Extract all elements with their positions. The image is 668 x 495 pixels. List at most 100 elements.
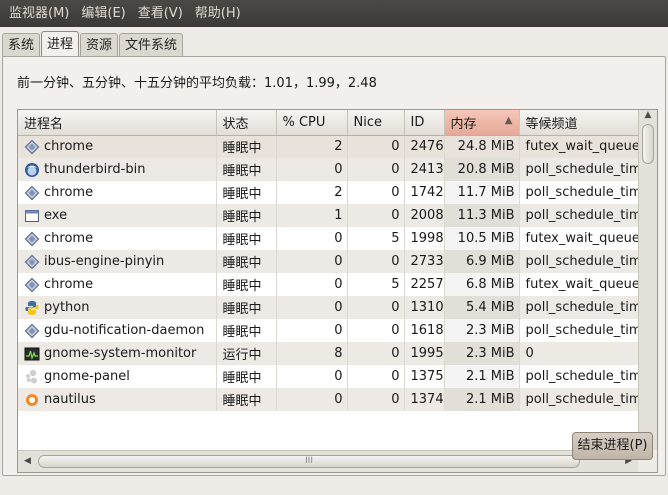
process-name: chrome xyxy=(44,185,94,200)
processes-panel: 前一分钟、五分钟、十五分钟的平均负载：1.01，1.99，2.48 进程名 状态… xyxy=(2,56,666,476)
nice-cell: 0 xyxy=(347,135,405,158)
vertical-scrollbar[interactable]: ▲ ▼ xyxy=(638,110,657,450)
chrome-diamond-icon xyxy=(24,185,40,201)
status-cell: 睡眠中 xyxy=(216,319,277,342)
table-row[interactable]: gdu-notification-daemon 睡眠中 0 0 1618 2.3 MiB p… xyxy=(18,319,638,342)
gnome-panel-icon xyxy=(24,369,40,385)
pid-cell: 1374 xyxy=(404,388,445,411)
tab-resources[interactable]: 资源 xyxy=(80,33,119,57)
waiting-channel-cell: futex_wait_queue xyxy=(519,273,638,296)
process-name: chrome xyxy=(44,139,94,155)
status-cell: 睡眠中 xyxy=(216,388,277,411)
table-row[interactable]: nautilus 睡眠中 0 0 1374 2.1 MiB poll_schedule_ti… xyxy=(18,388,638,411)
menu-edit[interactable]: 编辑(E) xyxy=(75,0,131,27)
table-row[interactable]: exe 睡眠中10200811.3 MiBpoll_schedule_timeou… xyxy=(18,204,638,227)
memory-cell: 11.3 MiB xyxy=(444,204,520,227)
window-icon xyxy=(24,208,40,224)
end-process-button[interactable]: 结束进程(P) xyxy=(572,432,653,460)
status-cell: 运行中 xyxy=(216,342,277,365)
table-row[interactable]: chrome 睡眠中 0 5 2257 6.8 MiB futex_wait_queue xyxy=(18,273,638,296)
memory-cell: 2.3 MiB xyxy=(444,319,520,342)
process-table-frame: 进程名 状态 % CPU Nice ID 内存 ▲ 等候频道 chrome 睡眠中 2… xyxy=(17,109,658,473)
table-row[interactable]: gnome-panel 睡眠中 0 0 1375 2.1 MiB poll_schedule… xyxy=(18,365,638,388)
memory-cell: 11.7 MiB xyxy=(444,181,520,204)
waiting-channel-cell: poll_schedule_timeout xyxy=(519,296,638,319)
memory-cell: 5.4 MiB xyxy=(444,296,520,319)
cpu-cell: 2 xyxy=(276,135,348,158)
table-row[interactable]: chrome 睡眠中 0 5 1998 10.5 MiB futex_wait_queue xyxy=(18,227,638,250)
menu-view[interactable]: 查看(V) xyxy=(132,0,189,27)
status-cell: 睡眠中 xyxy=(216,158,277,181)
process-name-cell: gnome-panel xyxy=(18,365,217,388)
nice-cell: 0 xyxy=(347,296,405,319)
status-cell: 睡眠中 xyxy=(216,250,277,273)
column-header-waiting-channel[interactable]: 等候频道 xyxy=(519,110,638,136)
nice-cell: 0 xyxy=(347,388,405,411)
nice-cell: 5 xyxy=(347,273,405,296)
cpu-cell: 0 xyxy=(276,158,348,181)
column-header-nice[interactable]: Nice xyxy=(347,110,405,136)
nice-cell: 5 xyxy=(347,227,405,250)
process-name-cell: chrome xyxy=(18,227,217,250)
table-row[interactable]: thunderbird-bin 睡眠中 0 0 2413 20.8 MiB poll_sch… xyxy=(18,158,638,181)
pid-cell: 2257 xyxy=(404,273,445,296)
pid-cell: 2476 xyxy=(404,135,445,158)
chrome-diamond-icon xyxy=(24,139,40,155)
process-name: gnome-panel xyxy=(44,369,130,384)
chrome-diamond-icon xyxy=(24,231,40,247)
column-header-memory[interactable]: 内存 ▲ xyxy=(444,110,520,136)
column-header-name[interactable]: 进程名 xyxy=(18,110,217,136)
cpu-cell: 0 xyxy=(276,227,348,250)
column-header-id[interactable]: ID xyxy=(404,110,445,136)
horizontal-scrollbar[interactable]: ◀ III ▶ xyxy=(18,450,638,472)
process-table: 进程名 状态 % CPU Nice ID 内存 ▲ 等候频道 chrome 睡眠中 2… xyxy=(18,110,638,411)
status-cell: 睡眠中 xyxy=(216,296,277,319)
tab-filesystems[interactable]: 文件系统 xyxy=(119,33,184,57)
table-row[interactable]: chrome 睡眠中20174211.7 MiBpoll_schedule_tim… xyxy=(18,181,638,204)
table-row[interactable]: python睡眠中0013105.4 MiBpoll_schedule_time… xyxy=(18,296,638,319)
nice-cell: 0 xyxy=(347,158,405,181)
waiting-channel-cell: poll_schedule_timeout xyxy=(519,158,638,181)
cpu-cell: 2 xyxy=(276,181,348,204)
partial-icon xyxy=(24,392,40,408)
column-header-cpu[interactable]: % CPU xyxy=(276,110,348,136)
cpu-cell: 8 xyxy=(276,342,348,365)
status-cell: 睡眠中 xyxy=(216,227,277,250)
memory-cell: 6.9 MiB xyxy=(444,250,520,273)
process-name-cell: chrome xyxy=(18,273,217,296)
pid-cell: 1742 xyxy=(404,181,445,204)
pid-cell: 2413 xyxy=(404,158,445,181)
table-row[interactable]: gnome-system-monitor 运行中 8 0 1995 2.3 MiB 0 xyxy=(18,342,638,365)
process-name: ibus-engine-pinyin xyxy=(44,254,165,269)
process-name: python xyxy=(44,300,90,315)
cpu-cell: 0 xyxy=(276,273,348,296)
memory-cell: 2.1 MiB xyxy=(444,388,520,411)
pid-cell: 1310 xyxy=(404,296,445,319)
waiting-channel-cell: 0 xyxy=(519,342,638,365)
table-row[interactable]: ibus-engine-pinyin 睡眠中 0 0 2733 6.9 MiB poll_s… xyxy=(18,250,638,273)
scroll-up-arrow-icon[interactable]: ▲ xyxy=(639,110,657,124)
vertical-scroll-thumb[interactable] xyxy=(642,124,654,164)
scroll-left-arrow-icon[interactable]: ◀ xyxy=(24,456,31,466)
pid-cell: 1995 xyxy=(404,342,445,365)
process-name-cell: chrome xyxy=(18,181,217,204)
table-row[interactable]: chrome 睡眠中 2 0 2476 24.8 MiB futex_wait_queue xyxy=(18,135,638,158)
horizontal-scroll-thumb[interactable]: III xyxy=(38,455,580,468)
menu-help[interactable]: 帮助(H) xyxy=(189,0,247,27)
nice-cell: 0 xyxy=(347,319,405,342)
tab-processes[interactable]: 进程 xyxy=(41,31,80,58)
memory-cell: 20.8 MiB xyxy=(444,158,520,181)
tab-system[interactable]: 系统 xyxy=(2,33,41,57)
waiting-channel-cell: futex_wait_queue xyxy=(519,227,638,250)
menu-monitor[interactable]: 监视器(M) xyxy=(3,0,75,27)
status-cell: 睡眠中 xyxy=(216,365,277,388)
pid-cell: 2008 xyxy=(404,204,445,227)
process-name: chrome xyxy=(44,231,94,246)
process-name-cell: thunderbird-bin xyxy=(18,158,217,181)
column-header-status[interactable]: 状态 xyxy=(216,110,277,136)
memory-cell: 10.5 MiB xyxy=(444,227,520,250)
waiting-channel-cell: poll_schedule_timeout xyxy=(519,365,638,388)
process-name: exe xyxy=(44,208,68,223)
waiting-channel-cell: poll_schedule_timeout xyxy=(519,319,638,342)
pid-cell: 1618 xyxy=(404,319,445,342)
